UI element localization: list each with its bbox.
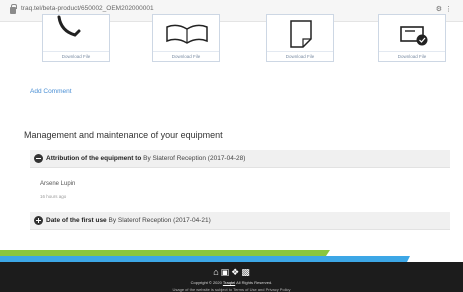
open-book-icon bbox=[166, 24, 208, 44]
first-use-header[interactable]: Date of the first use By Slaterof Recept… bbox=[30, 212, 450, 230]
attribution-label: Attribution of the equipment to bbox=[46, 155, 142, 162]
phone-icon bbox=[57, 15, 81, 37]
browser-toolbar-icons[interactable]: ⚙⋮ bbox=[436, 5, 455, 13]
attribution-person: Arsene Lupin bbox=[40, 181, 76, 187]
twitter-icon[interactable]: ❖ bbox=[231, 267, 239, 278]
facebook-icon[interactable]: ▣ bbox=[221, 267, 230, 278]
maintenance-panel: Attribution of the equipment to By Slate… bbox=[30, 150, 450, 232]
file-downloads-row: Download File Download File Download Fil… bbox=[0, 14, 463, 68]
download-file-card[interactable]: Download File bbox=[152, 14, 220, 62]
attribution-header-text: Attribution of the equipment to By Slate… bbox=[46, 155, 245, 162]
checklist-icon bbox=[400, 26, 428, 46]
first-use-detail: By Slaterof Reception (2017-04-21) bbox=[106, 217, 211, 224]
download-file-card[interactable]: Download File bbox=[378, 14, 446, 62]
linkedin-icon[interactable]: ▩ bbox=[241, 267, 250, 278]
copyright-text: Copyright © 2020 Traqtel All Rights Rese… bbox=[0, 280, 463, 285]
brand-link[interactable]: Traqtel bbox=[223, 280, 235, 285]
social-links: ⌂ ▣ ❖ ▩ bbox=[0, 267, 463, 278]
copyright-suffix: All Rights Reserved. bbox=[235, 280, 273, 285]
attribution-timestamp: 16 hours ago bbox=[40, 194, 67, 199]
collapse-icon[interactable] bbox=[34, 154, 43, 163]
download-file-label[interactable]: Download File bbox=[43, 51, 109, 59]
download-file-label[interactable]: Download File bbox=[267, 51, 333, 59]
footer: ⌂ ▣ ❖ ▩ Copyright © 2020 Traqtel All Rights… bbox=[0, 262, 463, 292]
download-file-label[interactable]: Download File bbox=[153, 51, 219, 59]
expand-icon[interactable] bbox=[34, 216, 43, 225]
url-text[interactable]: traq.tel/beta-product/650002_OEM20200000… bbox=[21, 5, 154, 12]
download-file-label[interactable]: Download File bbox=[379, 51, 445, 59]
home-icon[interactable]: ⌂ bbox=[213, 267, 218, 277]
section-title: Management and maintenance of your equip… bbox=[24, 130, 223, 140]
lock-icon bbox=[10, 4, 17, 14]
download-file-card[interactable]: Download File bbox=[42, 14, 110, 62]
first-use-header-text: Date of the first use By Slaterof Recept… bbox=[46, 217, 211, 224]
document-icon bbox=[290, 20, 312, 48]
attribution-detail: By Slaterof Reception (2017-04-28) bbox=[141, 155, 246, 162]
copyright-prefix: Copyright © 2020 bbox=[190, 280, 223, 285]
download-file-card[interactable]: Download File bbox=[266, 14, 334, 62]
add-comment-link[interactable]: Add Comment bbox=[30, 88, 72, 95]
first-use-label: Date of the first use bbox=[46, 217, 107, 224]
attribution-header[interactable]: Attribution of the equipment to By Slate… bbox=[30, 150, 450, 168]
legal-links[interactable]: Usage of the website is subject to Terms… bbox=[0, 287, 463, 292]
